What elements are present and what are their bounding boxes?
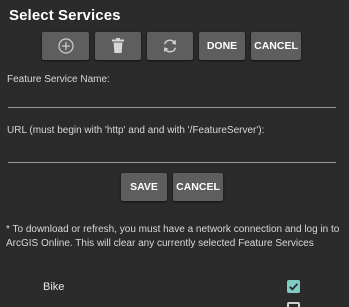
toolbar-cancel-button[interactable]: CANCEL xyxy=(251,32,301,60)
service-name-label: Feature Service Name: xyxy=(7,74,110,85)
service-checkbox[interactable] xyxy=(287,302,300,307)
refresh-icon xyxy=(163,39,177,53)
service-url-input[interactable] xyxy=(8,143,336,159)
service-name-underline xyxy=(8,107,336,108)
delete-service-button[interactable] xyxy=(95,32,141,60)
service-checkbox[interactable] xyxy=(287,280,300,293)
save-button[interactable]: SAVE xyxy=(121,173,167,201)
service-item-label: Bike xyxy=(43,281,65,293)
form-cancel-button[interactable]: CANCEL xyxy=(173,173,223,201)
checkmark-icon xyxy=(289,283,299,291)
network-note: * To download or refresh, you must have … xyxy=(6,224,340,249)
plus-circle-icon xyxy=(57,38,74,54)
trash-icon xyxy=(112,38,124,53)
service-name-input[interactable] xyxy=(8,89,336,105)
select-services-dialog: Select Services DONE CANCEL Feature Serv… xyxy=(0,0,349,307)
dialog-title: Select Services xyxy=(9,7,121,24)
service-url-label: URL (must begin with 'http' and and with… xyxy=(7,125,265,136)
done-button[interactable]: DONE xyxy=(199,32,245,60)
add-service-button[interactable] xyxy=(42,32,89,60)
service-url-underline xyxy=(8,162,336,163)
refresh-services-button[interactable] xyxy=(147,32,193,60)
